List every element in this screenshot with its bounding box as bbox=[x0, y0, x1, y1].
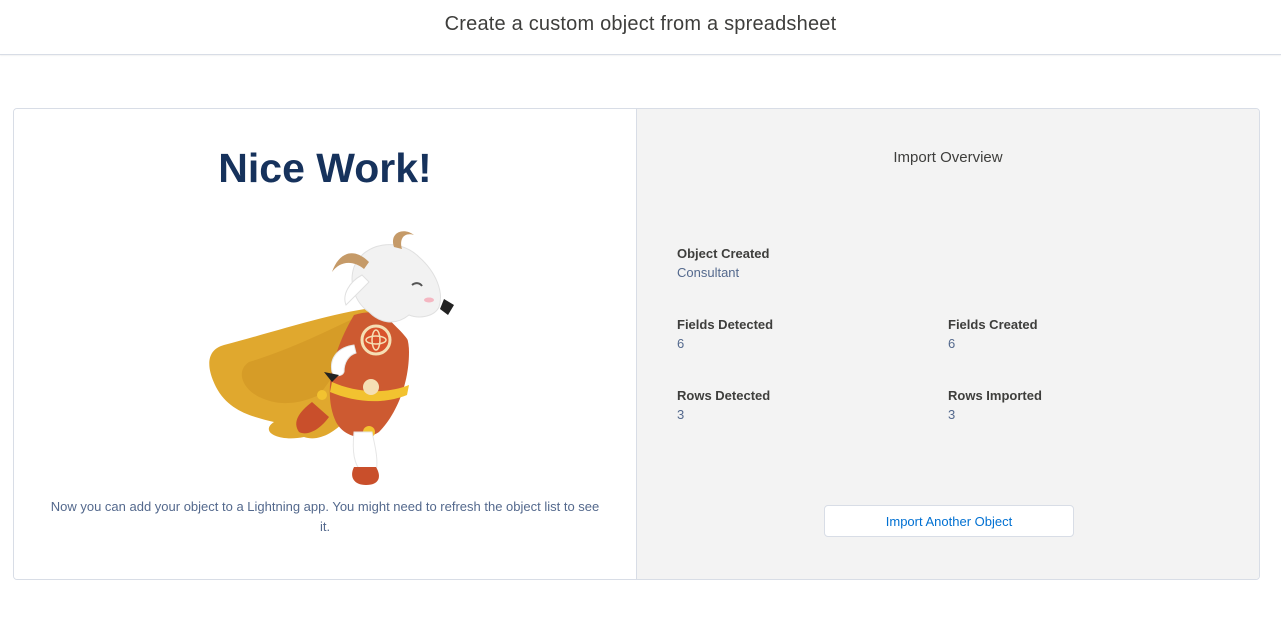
success-panel: Nice Work! Now you can add your object t… bbox=[14, 109, 637, 579]
stat-label: Fields Created bbox=[948, 317, 1038, 332]
import-result-card: Nice Work! Now you can add your object t… bbox=[13, 108, 1260, 580]
stat-label: Object Created bbox=[677, 246, 770, 261]
superhero-goat-illustration bbox=[209, 231, 454, 485]
stat-value: 3 bbox=[948, 407, 956, 422]
stat-value: Consultant bbox=[677, 265, 740, 280]
import-another-object-button[interactable]: Import Another Object bbox=[824, 505, 1074, 537]
stat-value: 6 bbox=[948, 336, 956, 351]
import-overview-panel: Import Overview Object Created Consultan… bbox=[637, 109, 1259, 579]
stat-value: 6 bbox=[677, 336, 685, 351]
stat-fields-detected: Fields Detected 6 bbox=[677, 316, 773, 354]
stat-value: 3 bbox=[677, 407, 685, 422]
page-header: Create a custom object from a spreadshee… bbox=[0, 0, 1281, 55]
success-message: Now you can add your object to a Lightni… bbox=[50, 499, 600, 534]
stat-rows-imported: Rows Imported 3 bbox=[948, 387, 1042, 425]
overview-title: Import Overview bbox=[893, 149, 1003, 166]
stat-fields-created: Fields Created 6 bbox=[948, 316, 1038, 354]
stat-label: Rows Imported bbox=[948, 388, 1042, 403]
stat-label: Rows Detected bbox=[677, 388, 771, 403]
page-title: Create a custom object from a spreadshee… bbox=[444, 12, 837, 35]
stat-rows-detected: Rows Detected 3 bbox=[677, 387, 770, 425]
success-headline: Nice Work! bbox=[218, 145, 432, 191]
stat-object-created: Object Created Consultant bbox=[677, 245, 769, 283]
stat-label: Fields Detected bbox=[677, 317, 774, 332]
